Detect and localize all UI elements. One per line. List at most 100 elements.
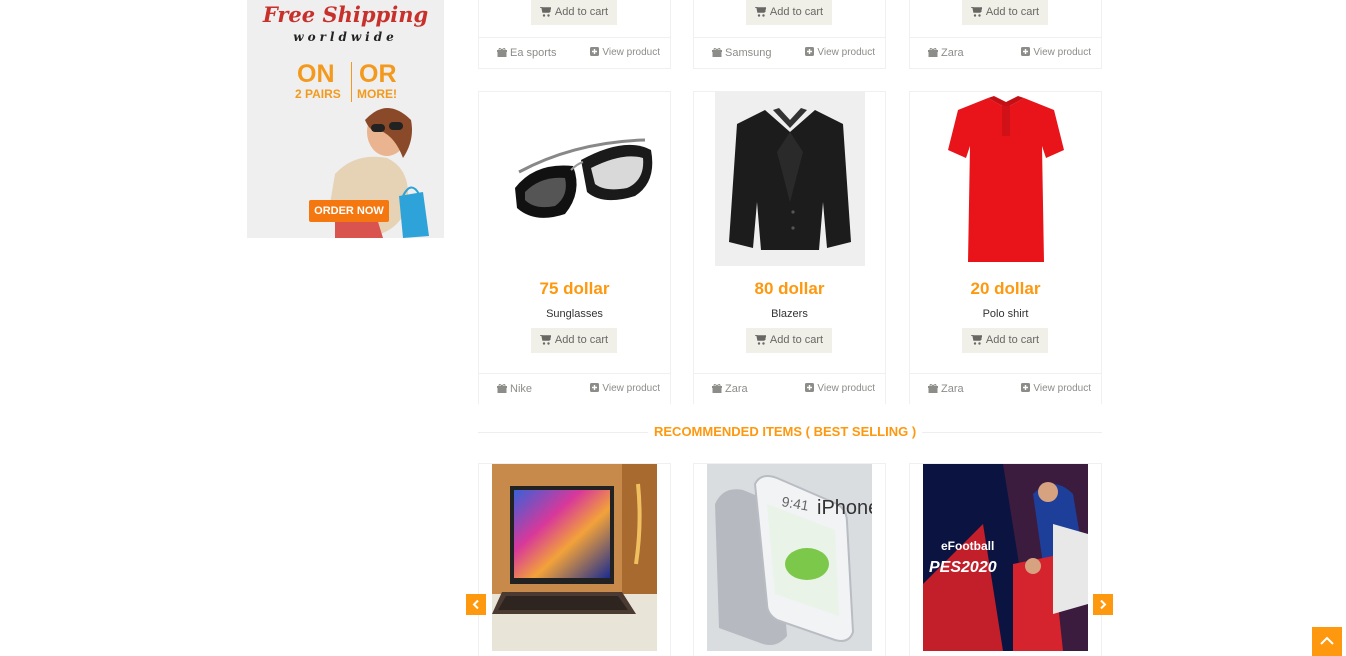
product-card-footer: Samsung View product (694, 37, 885, 68)
plus-square-icon (805, 383, 815, 392)
carousel-prev-button[interactable] (466, 594, 486, 615)
ad-divider (351, 62, 352, 102)
brand-link[interactable]: Zara (712, 383, 748, 395)
page: Free Shipping worldwide ON OR 2 PAIRS MO… (0, 0, 1346, 656)
recommended-item[interactable] (478, 463, 671, 656)
product-card: Add to cart Ea sports View product (478, 0, 671, 69)
order-now-button[interactable]: ORDER NOW (309, 200, 389, 222)
brand-label: Nike (510, 383, 533, 395)
add-to-cart-label: Add to cart (985, 6, 1040, 18)
product-image[interactable] (479, 92, 670, 267)
add-to-cart-button[interactable]: Add to cart (962, 0, 1048, 25)
view-product-label: View product (817, 47, 875, 58)
gift-icon (928, 384, 938, 393)
view-product-label: View product (602, 383, 660, 394)
view-product-link[interactable]: View product (805, 47, 875, 58)
plus-square-icon (590, 47, 600, 56)
view-product-label: View product (602, 47, 660, 58)
chevron-up-icon (1320, 636, 1334, 645)
ad-pairs-text: 2 PAIRS (295, 87, 341, 101)
product-card: Add to cart Samsung View product (693, 0, 886, 69)
plus-square-icon (1021, 383, 1031, 392)
view-product-label: View product (817, 383, 875, 394)
add-to-cart-button[interactable]: Add to cart (531, 0, 617, 25)
gift-icon (712, 384, 722, 393)
product-card: 75 dollar Sunglasses Add to cart Nike Vi… (478, 91, 671, 404)
add-to-cart-label: Add to cart (769, 6, 824, 18)
add-to-cart-label: Add to cart (554, 6, 609, 18)
product-card: 80 dollar Blazers Add to cart Zara View … (693, 91, 886, 404)
product-card-footer: Ea sports View product (479, 37, 670, 68)
brand-link[interactable]: Zara (928, 47, 964, 59)
gift-icon (712, 48, 722, 57)
recommended-title: RECOMMENDED ITEMS ( BEST SELLING ) (648, 424, 923, 439)
view-product-link[interactable]: View product (590, 383, 660, 394)
polo-shirt-image (947, 96, 1064, 262)
shopping-cart-icon (754, 7, 766, 17)
view-product-link[interactable]: View product (1021, 47, 1091, 58)
svg-text:eFootball: eFootball (941, 539, 994, 553)
product-name: Polo shirt (982, 308, 1029, 320)
plus-square-icon (590, 383, 600, 392)
gift-icon (928, 48, 938, 57)
carousel-next-button[interactable] (1093, 594, 1113, 615)
gift-icon (497, 48, 507, 57)
recommended-item[interactable]: eFootball PES2020 (909, 463, 1102, 656)
brand-link[interactable]: Ea sports (497, 47, 556, 59)
brand-label: Zara (941, 383, 964, 395)
view-product-link[interactable]: View product (805, 383, 875, 394)
ad-title: Free Shipping (262, 2, 429, 27)
shopping-cart-icon (539, 7, 551, 17)
add-to-cart-button[interactable]: Add to cart (746, 0, 832, 25)
brand-link[interactable]: Zara (928, 383, 964, 395)
product-card-footer: Zara View product (694, 373, 885, 404)
brand-label: Zara (941, 47, 964, 59)
ad-on-text: ON (297, 60, 335, 88)
ad-or-text: OR (359, 60, 397, 88)
product-image[interactable] (910, 92, 1101, 267)
product-card: Add to cart Zara View product (909, 0, 1102, 69)
brand-label: Samsung (725, 47, 772, 59)
pes2020-image: eFootball PES2020 (923, 464, 1088, 651)
add-to-cart-label: Add to cart (985, 334, 1040, 346)
brand-label: Zara (725, 383, 748, 395)
product-price: 80 dollar (754, 279, 825, 298)
view-product-label: View product (1033, 47, 1091, 58)
shopping-cart-icon (539, 335, 551, 345)
add-to-cart-label: Add to cart (554, 334, 609, 346)
view-product-link[interactable]: View product (1021, 383, 1091, 394)
product-name: Sunglasses (546, 308, 603, 320)
product-card-footer: Zara View product (910, 373, 1101, 404)
ad-more-text: MORE! (357, 87, 397, 101)
shopping-cart-icon (970, 7, 982, 17)
add-to-cart-button[interactable]: Add to cart (962, 328, 1048, 353)
shopping-cart-icon (970, 335, 982, 345)
laptop-image (492, 464, 657, 651)
scroll-to-top-button[interactable] (1312, 627, 1342, 656)
ad-subtitle: worldwide (293, 30, 398, 44)
product-card: 20 dollar Polo shirt Add to cart Zara Vi… (909, 91, 1102, 404)
product-price: 20 dollar (970, 279, 1041, 298)
blazer-image (714, 92, 865, 266)
add-to-cart-button[interactable]: Add to cart (531, 328, 617, 353)
product-name: Blazers (771, 308, 808, 320)
view-product-link[interactable]: View product (590, 47, 660, 58)
brand-link[interactable]: Nike (497, 383, 532, 395)
chevron-left-icon (472, 600, 479, 609)
gift-icon (497, 384, 507, 393)
view-product-label: View product (1033, 383, 1091, 394)
sunglasses-image (514, 138, 652, 218)
plus-square-icon (1021, 47, 1031, 56)
chevron-right-icon (1100, 600, 1107, 609)
add-to-cart-button[interactable]: Add to cart (746, 328, 832, 353)
plus-square-icon (805, 47, 815, 56)
product-card-footer: Nike View product (479, 373, 670, 404)
shipping-ad-banner[interactable]: Free Shipping worldwide ON OR 2 PAIRS MO… (247, 0, 444, 238)
brand-label: Ea sports (510, 47, 557, 59)
product-image[interactable] (694, 92, 885, 267)
recommended-item[interactable]: 9:41 iPhone 7 (693, 463, 886, 656)
brand-link[interactable]: Samsung (712, 47, 771, 59)
iphone-image: 9:41 iPhone 7 (707, 464, 872, 651)
product-card-footer: Zara View product (910, 37, 1101, 68)
svg-text:iPhone 7: iPhone 7 (817, 497, 872, 519)
